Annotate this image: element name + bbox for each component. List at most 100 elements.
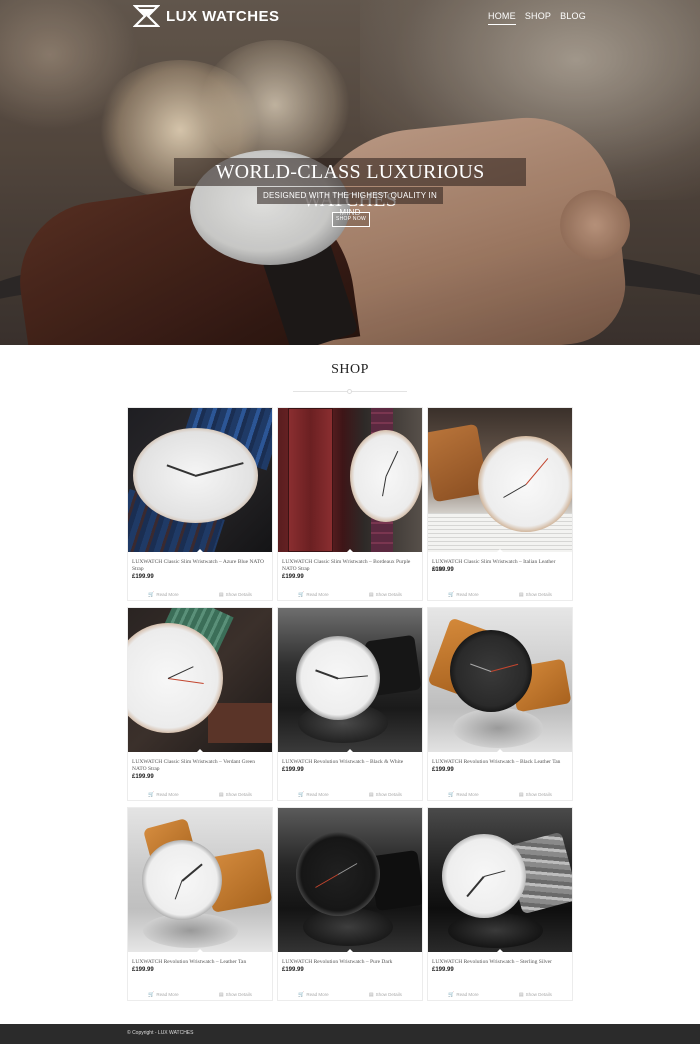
product-actions: 🛒 Read More ▤ Show Details [128, 592, 272, 598]
product-name[interactable]: LUXWATCH Revolution Wristwatch – Black &… [282, 759, 418, 766]
product-actions: 🛒 Read More ▤ Show Details [128, 992, 272, 998]
product-price: £199.99 [432, 567, 454, 573]
cart-icon: 🛒 [298, 592, 305, 598]
product-name[interactable]: LUXWATCH Classic Slim Wristwatch – Azure… [132, 559, 268, 573]
card-pointer [346, 949, 354, 953]
show-details-link[interactable]: ▤ Show Details [369, 792, 402, 798]
product-price: £199.99 [282, 574, 304, 580]
product-price: £199.99 [132, 574, 154, 580]
product-image[interactable] [428, 808, 572, 952]
product-image[interactable] [278, 808, 422, 952]
card-pointer [496, 949, 504, 953]
document-icon: ▤ [518, 792, 524, 798]
card-pointer [196, 949, 204, 953]
cart-icon: 🛒 [448, 592, 455, 598]
hero-title: WORLD-CLASS LUXURIOUS WATCHES [174, 158, 526, 211]
product-actions: 🛒 Read More ▤ Show Details [278, 592, 422, 598]
cart-icon: 🛒 [148, 592, 155, 598]
main-nav: HOME SHOP BLOG [488, 11, 586, 25]
product-grid: LUXWATCH Classic Slim Wristwatch – Azure… [127, 407, 573, 1001]
brand-name: LUX WATCHES [166, 7, 280, 25]
product-card[interactable]: LUXWATCH Revolution Wristwatch – Black L… [427, 607, 573, 801]
product-name[interactable]: LUXWATCH Classic Slim Wristwatch – Verda… [132, 759, 268, 773]
section-divider-dot [347, 389, 352, 394]
nav-shop[interactable]: SHOP [525, 11, 551, 25]
cart-icon: 🛒 [148, 792, 155, 798]
hero-banner: LUX WATCHES HOME SHOP BLOG WORLD-CLASS L… [0, 0, 700, 345]
product-name[interactable]: LUXWATCH Classic Slim Wristwatch – Borde… [282, 559, 418, 573]
product-actions: 🛒 Read More ▤ Show Details [278, 792, 422, 798]
product-price: £199.99 [282, 967, 304, 973]
cart-icon: 🛒 [148, 992, 155, 998]
site-footer: © Copyright - LUX WATCHES [0, 1024, 700, 1044]
product-price: £199.99 [432, 967, 454, 973]
read-more-link[interactable]: 🛒 Read More [148, 592, 179, 598]
product-card[interactable]: LUXWATCH Classic Slim Wristwatch – Itali… [427, 407, 573, 601]
read-more-link[interactable]: 🛒 Read More [148, 992, 179, 998]
cart-icon: 🛒 [448, 992, 455, 998]
document-icon: ▤ [218, 992, 224, 998]
product-image[interactable] [128, 408, 272, 552]
document-icon: ▤ [518, 592, 524, 598]
product-card[interactable]: LUXWATCH Revolution Wristwatch – Black &… [277, 607, 423, 801]
card-pointer [496, 749, 504, 753]
show-details-link[interactable]: ▤ Show Details [219, 592, 252, 598]
product-image[interactable] [128, 808, 272, 952]
product-actions: 🛒 Read More ▤ Show Details [428, 992, 572, 998]
product-card[interactable]: LUXWATCH Classic Slim Wristwatch – Borde… [277, 407, 423, 601]
document-icon: ▤ [368, 792, 374, 798]
product-card[interactable]: LUXWATCH Revolution Wristwatch – Leather… [127, 807, 273, 1001]
product-actions: 🛒 Read More ▤ Show Details [278, 992, 422, 998]
read-more-link[interactable]: 🛒 Read More [448, 592, 479, 598]
card-pointer [346, 549, 354, 553]
product-card[interactable]: LUXWATCH Revolution Wristwatch – Pure Da… [277, 807, 423, 1001]
document-icon: ▤ [368, 592, 374, 598]
product-price: £199.99 [282, 767, 304, 773]
show-details-link[interactable]: ▤ Show Details [369, 592, 402, 598]
product-image[interactable] [278, 608, 422, 752]
product-name[interactable]: LUXWATCH Revolution Wristwatch – Pure Da… [282, 959, 418, 966]
product-name[interactable]: LUXWATCH Revolution Wristwatch – Black L… [432, 759, 568, 766]
product-image[interactable] [128, 608, 272, 752]
card-pointer [346, 749, 354, 753]
nav-blog[interactable]: BLOG [560, 11, 586, 25]
document-icon: ▤ [368, 992, 374, 998]
read-more-link[interactable]: 🛒 Read More [448, 992, 479, 998]
product-card[interactable]: LUXWATCH Classic Slim Wristwatch – Azure… [127, 407, 273, 601]
document-icon: ▤ [218, 592, 224, 598]
show-details-link[interactable]: ▤ Show Details [219, 792, 252, 798]
card-pointer [496, 549, 504, 553]
shop-now-button[interactable]: SHOP NOW [332, 212, 370, 227]
product-price: £199.99 [132, 967, 154, 973]
read-more-link[interactable]: 🛒 Read More [448, 792, 479, 798]
product-image[interactable] [278, 408, 422, 552]
show-details-link[interactable]: ▤ Show Details [519, 792, 552, 798]
shop-heading: SHOP [331, 362, 369, 377]
logo-x-icon [133, 5, 160, 27]
copyright-text: © Copyright - LUX WATCHES [127, 1030, 194, 1036]
product-card[interactable]: LUXWATCH Revolution Wristwatch – Sterlin… [427, 807, 573, 1001]
product-price: £199.99 [132, 774, 154, 780]
product-name[interactable]: LUXWATCH Revolution Wristwatch – Leather… [132, 959, 268, 966]
product-image[interactable] [428, 608, 572, 752]
product-price: £199.99 [432, 767, 454, 773]
document-icon: ▤ [218, 792, 224, 798]
show-details-link[interactable]: ▤ Show Details [519, 592, 552, 598]
cart-icon: 🛒 [298, 792, 305, 798]
read-more-link[interactable]: 🛒 Read More [298, 792, 329, 798]
show-details-link[interactable]: ▤ Show Details [369, 992, 402, 998]
cart-icon: 🛒 [448, 792, 455, 798]
read-more-link[interactable]: 🛒 Read More [298, 592, 329, 598]
show-details-link[interactable]: ▤ Show Details [219, 992, 252, 998]
card-pointer [196, 549, 204, 553]
product-actions: 🛒 Read More ▤ Show Details [128, 792, 272, 798]
site-logo[interactable]: LUX WATCHES [133, 5, 280, 27]
card-pointer [196, 749, 204, 753]
show-details-link[interactable]: ▤ Show Details [519, 992, 552, 998]
product-image[interactable] [428, 408, 572, 552]
product-card[interactable]: LUXWATCH Classic Slim Wristwatch – Verda… [127, 607, 273, 801]
read-more-link[interactable]: 🛒 Read More [148, 792, 179, 798]
read-more-link[interactable]: 🛒 Read More [298, 992, 329, 998]
nav-home[interactable]: HOME [488, 11, 516, 25]
product-name[interactable]: LUXWATCH Revolution Wristwatch – Sterlin… [432, 959, 568, 966]
